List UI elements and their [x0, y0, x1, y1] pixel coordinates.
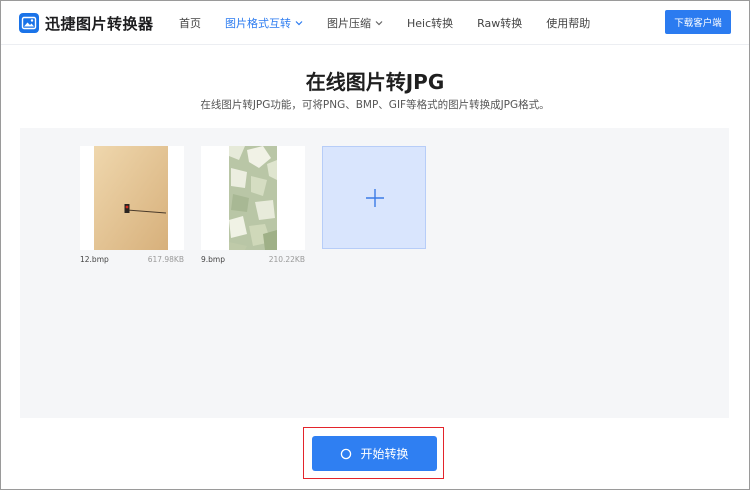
file-thumbnail	[201, 146, 305, 250]
file-card[interactable]: 12.bmp 617.98KB	[80, 146, 184, 264]
nav-item-label: 首页	[179, 17, 201, 30]
page-subtitle: 在线图片转JPG功能，可将PNG、BMP、GIF等格式的图片转换成JPG格式。	[200, 99, 550, 111]
start-convert-button[interactable]: 开始转换	[312, 436, 437, 471]
chevron-down-icon	[295, 21, 303, 26]
nav-item-label: 使用帮助	[546, 17, 591, 30]
page-title: 在线图片转JPG	[305, 70, 445, 94]
top-header: 迅捷图片转换器 首页 图片格式互转 图片压缩 Heic转换 Raw转换 使用帮助…	[1, 1, 749, 45]
nav-item-help[interactable]: 使用帮助	[546, 15, 590, 31]
nav-item-raw[interactable]: Raw转换	[477, 15, 522, 31]
nav-item-compress[interactable]: 图片压缩	[327, 15, 383, 31]
nav-item-label: 图片压缩	[327, 17, 371, 30]
brand-name: 迅捷图片转换器	[45, 14, 154, 33]
chevron-down-icon	[375, 21, 383, 26]
add-file-button[interactable]	[322, 146, 426, 249]
loading-spinner-icon	[341, 448, 352, 459]
file-size: 210.22KB	[268, 255, 305, 264]
start-convert-label: 开始转换	[360, 447, 409, 461]
file-size: 617.98KB	[147, 255, 184, 264]
file-card[interactable]: 9.bmp 210.22KB	[201, 146, 305, 264]
plus-icon	[366, 189, 384, 207]
file-thumbnail	[80, 146, 184, 250]
brand-logo[interactable]: 迅捷图片转换器	[19, 11, 154, 35]
app-logo-icon	[19, 13, 39, 33]
download-client-button[interactable]: 下载客户端	[665, 10, 731, 34]
file-name: 12.bmp	[80, 255, 109, 264]
nav-item-label: 图片格式互转	[225, 17, 291, 30]
nav-item-label: Raw转换	[477, 17, 523, 30]
main-nav: 首页 图片格式互转 图片压缩 Heic转换 Raw转换 使用帮助	[179, 1, 614, 45]
nav-item-format-convert[interactable]: 图片格式互转	[225, 15, 303, 31]
foliage-photo-image	[229, 146, 277, 250]
file-name: 9.bmp	[201, 255, 225, 264]
nav-item-label: Heic转换	[407, 17, 454, 30]
nav-item-heic[interactable]: Heic转换	[407, 15, 453, 31]
upload-area[interactable]: 12.bmp 617.98KB 9.bmp 210.22KB	[20, 128, 729, 418]
traffic-light-photo-image	[94, 146, 168, 250]
nav-item-home[interactable]: 首页	[179, 15, 201, 31]
